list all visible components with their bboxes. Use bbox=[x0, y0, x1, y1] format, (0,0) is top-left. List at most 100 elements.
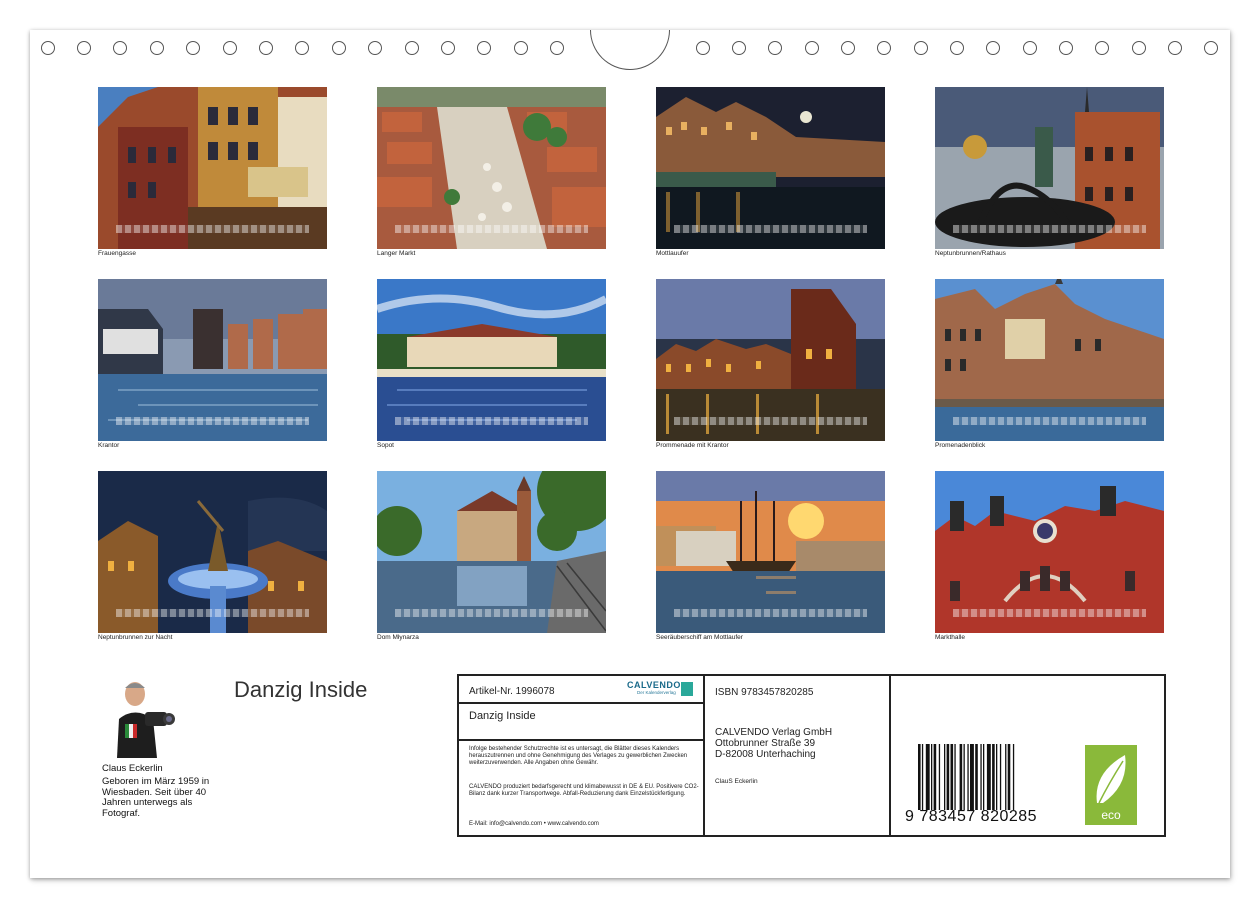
publisher-street: Ottobrunner Straße 39 bbox=[715, 738, 816, 749]
photo-caption: Markthalle bbox=[935, 634, 965, 641]
binding-ring bbox=[113, 41, 127, 55]
binding-ring bbox=[441, 41, 455, 55]
binding-ring bbox=[477, 41, 491, 55]
photo-neptunbrunnen-zur-nacht bbox=[98, 471, 327, 633]
author-portrait bbox=[113, 674, 175, 758]
barcode-bar bbox=[980, 744, 982, 810]
barcode-bar bbox=[918, 744, 921, 810]
barcode-bar bbox=[1012, 744, 1015, 810]
calvendo-logo: CALVENDO bbox=[627, 680, 681, 690]
calvendo-logo-icon bbox=[681, 682, 693, 696]
barcode-bar bbox=[963, 744, 965, 810]
eco-label: eco bbox=[1101, 808, 1121, 822]
photo-neptunbrunnen-rathaus bbox=[935, 87, 1164, 249]
binding-ring bbox=[41, 41, 55, 55]
publisher-city: D-82008 Unterhaching bbox=[715, 749, 816, 760]
barcode-bar bbox=[992, 744, 995, 810]
author-bio: Geboren im März 1959 in Wiesbaden. Seit … bbox=[102, 776, 210, 819]
binding-ring bbox=[1023, 41, 1037, 55]
photo-sopot bbox=[377, 279, 606, 441]
photo-dom-mlynarza bbox=[377, 471, 606, 633]
barcode-bar bbox=[959, 744, 963, 810]
photo-caption: Mottlauufer bbox=[656, 250, 689, 257]
barcode-bar bbox=[950, 744, 954, 810]
barcode-bar bbox=[983, 744, 985, 810]
photo-caption: Prommenade mit Krantor bbox=[656, 442, 729, 449]
binding-ring bbox=[877, 41, 891, 55]
photo-caption: Sopot bbox=[377, 442, 394, 449]
binding-ring bbox=[77, 41, 91, 55]
binding-ring bbox=[1168, 41, 1182, 55]
binding-ring bbox=[405, 41, 419, 55]
photo-caption: Dom Młynarza bbox=[377, 634, 419, 641]
isbn-barcode bbox=[918, 744, 1015, 810]
photo-caption: Neptunbrunnen/Rathaus bbox=[935, 250, 1006, 257]
barcode-bar bbox=[946, 744, 950, 810]
barcode-bar bbox=[944, 744, 946, 810]
photo-caption: Neptunbrunnen zur Nacht bbox=[98, 634, 173, 641]
calendar-title: Danzig Inside bbox=[234, 677, 368, 702]
article-number: Artikel-Nr. 1996078 bbox=[469, 686, 555, 697]
barcode-bar bbox=[975, 744, 978, 810]
rights-notice: Infolge bestehender Schutzrechte ist es … bbox=[469, 746, 688, 766]
binding-ring bbox=[1132, 41, 1146, 55]
binding-ring bbox=[841, 41, 855, 55]
photographer-credit: ClauS Eckerlin bbox=[715, 778, 758, 785]
binding-ring bbox=[1095, 41, 1109, 55]
binding-ring bbox=[914, 41, 928, 55]
binding-ring bbox=[223, 41, 237, 55]
contact-line: E-Mail: info@calvendo.com • www.calvendo… bbox=[469, 821, 599, 827]
photo-promenadenblick bbox=[935, 279, 1164, 441]
info-title: Danzig Inside bbox=[469, 710, 536, 722]
publisher-info-box: Artikel-Nr. 1996078 CALVENDO Der Kalende… bbox=[457, 674, 1166, 837]
author-name: Claus Eckerlin bbox=[102, 763, 163, 774]
barcode-bar bbox=[933, 744, 937, 810]
photo-prommenade-mit-krantor bbox=[656, 279, 885, 441]
barcode-bar bbox=[967, 744, 969, 810]
production-notice: CALVENDO produziert bedarfsgerecht und k… bbox=[469, 784, 699, 797]
barcode-bar bbox=[970, 744, 974, 810]
calvendo-tagline: Der Kalenderverlag bbox=[637, 690, 676, 695]
publisher-name: CALVENDO Verlag GmbH bbox=[715, 727, 833, 738]
binding-ring bbox=[259, 41, 273, 55]
barcode-bar bbox=[986, 744, 991, 810]
binding-ring bbox=[805, 41, 819, 55]
barcode-bar bbox=[996, 744, 998, 810]
photo-seeraeuberschiff bbox=[656, 471, 885, 633]
binding-ring bbox=[550, 41, 564, 55]
binding-ring bbox=[514, 41, 528, 55]
binding-ring bbox=[986, 41, 1000, 55]
binding-ring bbox=[732, 41, 746, 55]
binding-ring bbox=[368, 41, 382, 55]
binding-ring bbox=[768, 41, 782, 55]
barcode-digits: 9 783457 820285 bbox=[905, 808, 1038, 825]
binding-ring bbox=[295, 41, 309, 55]
binding-ring bbox=[1059, 41, 1073, 55]
barcode-bar bbox=[925, 744, 930, 810]
photo-caption: Langer Markt bbox=[377, 250, 416, 257]
barcode-bar bbox=[938, 744, 941, 810]
binding-ring bbox=[150, 41, 164, 55]
photo-caption: Seeräuberschiff am Mottlaufer bbox=[656, 634, 743, 641]
binding-ring bbox=[696, 41, 710, 55]
isbn-label: ISBN 9783457820285 bbox=[715, 687, 814, 698]
photo-markthalle bbox=[935, 471, 1164, 633]
barcode-bar bbox=[954, 744, 956, 810]
photo-caption: Krantor bbox=[98, 442, 120, 449]
barcode-bar bbox=[1005, 744, 1007, 810]
photo-caption: Promenadenblick bbox=[935, 442, 986, 449]
binding-ring bbox=[950, 41, 964, 55]
binding-ring bbox=[186, 41, 200, 55]
barcode-bar bbox=[931, 744, 933, 810]
barcode-bar bbox=[921, 744, 924, 810]
photo-frauengasse bbox=[98, 87, 327, 249]
barcode-bar bbox=[999, 744, 1002, 810]
eco-badge: eco bbox=[1085, 745, 1137, 825]
photo-langer-markt bbox=[377, 87, 606, 249]
binding-ring bbox=[1204, 41, 1218, 55]
photo-krantor bbox=[98, 279, 327, 441]
photo-caption: Frauengasse bbox=[98, 250, 136, 257]
photo-mottlauufer bbox=[656, 87, 885, 249]
binding-ring bbox=[332, 41, 346, 55]
barcode-bar bbox=[1007, 744, 1011, 810]
